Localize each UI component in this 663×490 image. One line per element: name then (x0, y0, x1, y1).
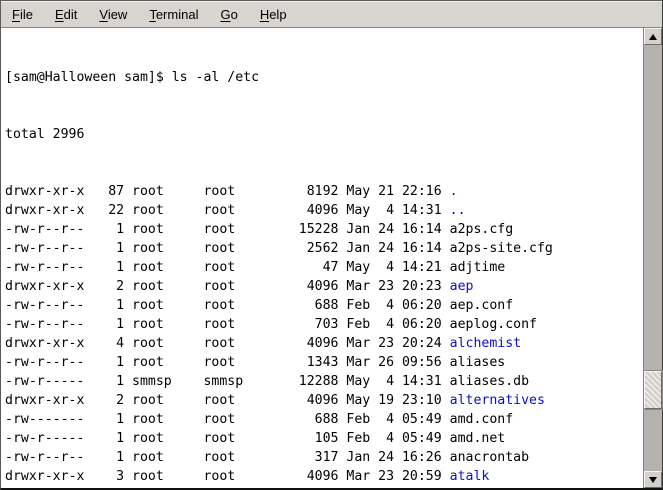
file-row: -rw-r--r-- 1 root root 703 Feb 4 06:20 a… (5, 315, 643, 334)
file-name: aep.conf (450, 298, 514, 313)
file-name: . (450, 184, 458, 199)
file-row: drwxr-xr-x 4 root root 4096 Mar 23 20:24… (5, 334, 643, 353)
menu-terminal[interactable]: Terminal (142, 3, 205, 26)
file-row: drwxr-xr-x 3 root root 4096 Mar 23 20:59… (5, 467, 643, 486)
scrollbar-trough[interactable] (644, 45, 662, 471)
file-name: aliases (450, 355, 506, 370)
file-meta: -rw-r--r-- 1 root root 15228 Jan 24 16:1… (5, 222, 450, 237)
file-row: drwxr-xr-x 2 root root 4096 Mar 23 20:23… (5, 277, 643, 296)
file-meta: -rw-r--r-- 1 root root 703 Feb 4 06:20 (5, 317, 450, 332)
file-name: a2ps-site.cfg (450, 241, 553, 256)
file-row: -rw-r--r-- 1 root root 47 May 4 14:21 ad… (5, 258, 643, 277)
scroll-up-button[interactable] (644, 28, 662, 45)
file-name: aep (450, 279, 474, 294)
file-meta: -rw-r--r-- 1 root root 1343 Mar 26 09:56 (5, 355, 450, 370)
menu-help[interactable]: Help (253, 3, 294, 26)
file-name: amd.conf (450, 412, 514, 427)
menu-bar: File Edit View Terminal Go Help (1, 1, 662, 28)
file-meta: drwxr-xr-x 2 root root 4096 May 19 23:10 (5, 393, 450, 408)
file-meta: -rw-r--r-- 1 root root 688 Feb 4 06:20 (5, 298, 450, 313)
file-name: a2ps.cfg (450, 222, 514, 237)
vertical-scrollbar[interactable] (643, 28, 662, 488)
menu-edit[interactable]: Edit (48, 3, 84, 26)
file-name: aeplog.conf (450, 317, 537, 332)
window-content: [sam@Halloween sam]$ ls -al /etc total 2… (1, 28, 662, 488)
terminal-window: File Edit View Terminal Go Help [sam@Hallowee… (0, 0, 663, 490)
file-row: -rw-r--r-- 1 root root 1343 Mar 26 09:56… (5, 353, 643, 372)
file-name: alchemist (450, 336, 521, 351)
total-line: total 2996 (5, 125, 643, 144)
file-meta: -rw------- 1 root root 688 Feb 4 05:49 (5, 412, 450, 427)
file-meta: drwxr-xr-x 3 root root 4096 Mar 23 20:59 (5, 469, 450, 484)
file-meta: drwxr-xr-x 2 root root 4096 Mar 23 20:23 (5, 279, 450, 294)
prompt-line: [sam@Halloween sam]$ ls -al /etc (5, 68, 643, 87)
file-row: -rw-r----- 1 root root 105 Feb 4 05:49 a… (5, 429, 643, 448)
file-row: drwxr-xr-x 87 root root 8192 May 21 22:1… (5, 182, 643, 201)
menu-file[interactable]: File (5, 3, 40, 26)
file-meta: drwxr-xr-x 22 root root 4096 May 4 14:31 (5, 203, 450, 218)
file-row: -rw-r--r-- 1 root root 688 Feb 4 06:20 a… (5, 296, 643, 315)
arrow-up-icon (649, 34, 657, 40)
file-row: drwxr-xr-x 22 root root 4096 May 4 14:31… (5, 201, 643, 220)
file-row: -rw-r----- 1 smmsp smmsp 12288 May 4 14:… (5, 372, 643, 391)
file-meta: -rw-r--r-- 1 root root 2562 Jan 24 16:14 (5, 241, 450, 256)
scroll-down-button[interactable] (644, 471, 662, 488)
file-row: -rw-r--r-- 1 root root 15228 Jan 24 16:1… (5, 220, 643, 239)
scrollbar-thumb[interactable] (644, 371, 662, 409)
file-row: -rw------- 1 root root 1 Jan 24 16:45 at… (5, 486, 643, 488)
file-meta: drwxr-xr-x 4 root root 4096 Mar 23 20:24 (5, 336, 450, 351)
file-row: drwxr-xr-x 2 root root 4096 May 19 23:10… (5, 391, 643, 410)
file-name: adjtime (450, 260, 506, 275)
file-name: amd.net (450, 431, 506, 446)
file-row: -rw-r--r-- 1 root root 2562 Jan 24 16:14… (5, 239, 643, 258)
menu-view[interactable]: View (92, 3, 134, 26)
file-name: .. (450, 203, 466, 218)
file-row: -rw------- 1 root root 688 Feb 4 05:49 a… (5, 410, 643, 429)
file-name: alternatives (450, 393, 545, 408)
terminal-output-area[interactable]: [sam@Halloween sam]$ ls -al /etc total 2… (1, 28, 643, 488)
menu-go[interactable]: Go (213, 3, 244, 26)
file-name: anacrontab (450, 450, 529, 465)
file-meta: -rw-r----- 1 smmsp smmsp 12288 May 4 14:… (5, 374, 450, 389)
file-meta: -rw-r--r-- 1 root root 47 May 4 14:21 (5, 260, 450, 275)
file-name: aliases.db (450, 374, 529, 389)
file-meta: -rw-r--r-- 1 root root 317 Jan 24 16:26 (5, 450, 450, 465)
file-meta: drwxr-xr-x 87 root root 8192 May 21 22:1… (5, 184, 450, 199)
file-row: -rw-r--r-- 1 root root 317 Jan 24 16:26 … (5, 448, 643, 467)
arrow-down-icon (649, 477, 657, 483)
file-meta: -rw-r----- 1 root root 105 Feb 4 05:49 (5, 431, 450, 446)
file-name: atalk (450, 469, 490, 484)
